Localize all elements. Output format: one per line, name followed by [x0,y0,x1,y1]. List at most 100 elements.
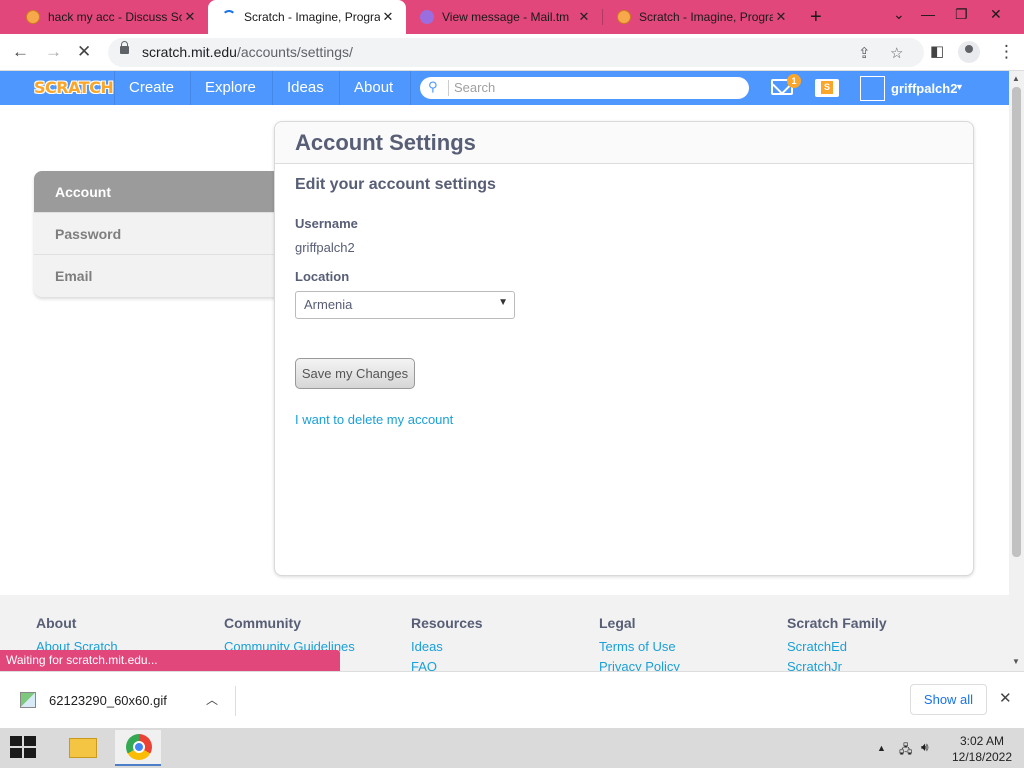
save-changes-button[interactable]: Save my Changes [295,358,415,389]
tab-title: Scratch - Imagine, Progra [639,10,773,24]
scratch-logo[interactable]: SCRATCH [34,78,114,97]
network-icon[interactable]: 🖧 [899,740,912,761]
my-stuff-icon[interactable]: S [815,79,839,97]
windows-taskbar: ▲ 🖧 🔊︎ 3:02 AM 12/18/2022 [0,728,1024,768]
system-clock[interactable]: 3:02 AM 12/18/2022 [949,733,1015,765]
new-tab-button[interactable]: + [810,6,822,29]
footer-link[interactable]: Terms of Use [599,639,680,654]
tab-title: View message - Mail.tm [442,10,570,24]
window-close-icon[interactable]: ✕ [990,6,1002,23]
mail-icon [420,10,434,24]
forward-icon[interactable]: → [45,42,62,62]
chrome-icon [126,734,152,760]
footer-link[interactable]: ScratchEd [787,639,887,654]
footer-heading: About [36,615,77,631]
show-all-button[interactable]: Show all [910,684,987,715]
back-icon[interactable]: ← [12,42,29,62]
footer-heading: Scratch Family [787,615,887,631]
clock-time: 3:02 AM [959,734,1005,748]
sidebar-item-account[interactable]: Account [34,171,276,213]
scroll-up-icon[interactable]: ▲ [1012,74,1020,83]
close-icon[interactable]: ✕ [380,9,396,25]
nav-divider [114,71,115,105]
scratch-navbar: SCRATCH Create Explore Ideas About ⚲ Sea… [0,71,1009,105]
account-settings-panel: Account Settings Edit your account setti… [274,121,974,576]
tab-strip: hack my acc - Discuss Sc ✕ Scratch - Ima… [0,0,1024,34]
footer-heading: Community [224,615,301,631]
location-selected-value: Armenia [304,297,353,312]
delete-account-link[interactable]: I want to delete my account [295,412,453,427]
sidebar-item-email[interactable]: Email [34,255,276,297]
username-value: griffpalch2 [295,240,355,255]
location-select[interactable]: Armenia ▼ [295,291,515,319]
minimize-icon[interactable]: — [921,6,935,22]
footer-column-scratch-family: Scratch Family ScratchEd ScratchJr [787,615,887,679]
nav-explore[interactable]: Explore [205,79,256,96]
scroll-down-icon[interactable]: ▼ [1012,657,1020,666]
close-icon[interactable]: ✕ [182,9,198,25]
panel-subtitle: Edit your account settings [295,176,496,193]
search-separator [448,80,449,96]
tab-title: hack my acc - Discuss Sc [48,10,182,24]
sidebar-item-password[interactable]: Password [34,213,276,255]
nav-divider [410,71,411,105]
close-icon[interactable]: ✕ [773,9,789,25]
footer-heading: Resources [411,615,483,631]
scratch-cat-icon [617,10,631,24]
restore-icon[interactable]: ❐ [955,6,968,23]
tab-discuss[interactable]: hack my acc - Discuss Sc ✕ [12,0,208,34]
tab-scratch-settings[interactable]: Scratch - Imagine, Progra ✕ [208,0,406,34]
nav-divider [190,71,191,105]
share-icon[interactable]: ⇪ [858,44,871,62]
folder-icon [69,738,97,758]
side-panel-icon[interactable]: ◧ [930,42,944,60]
footer-column-resources: Resources Ideas FAQ [411,615,483,679]
tab-search-chevron-icon[interactable]: ⌄ [893,6,905,23]
username-label: Username [295,216,358,231]
tab-mail[interactable]: View message - Mail.tm ✕ [406,0,602,34]
search-icon: ⚲ [428,79,438,94]
tab-scratch[interactable]: Scratch - Imagine, Progra ✕ [603,0,799,34]
nav-about[interactable]: About [354,79,393,96]
download-file-name: 62123290_60x60.gif [49,693,167,708]
loading-icon [222,10,236,24]
stop-icon[interactable]: ✕ [77,42,91,62]
chevron-down-icon: ▼ [498,297,508,308]
address-bar: ← → ✕ scratch.mit.edu/accounts/settings/… [0,34,1024,71]
page-scrollbar[interactable]: ▲ ▼ [1009,71,1024,671]
menu-dots-icon[interactable]: ⋮ [998,42,1015,62]
windows-start-icon[interactable] [10,736,38,760]
nav-divider [272,71,273,105]
nav-ideas[interactable]: Ideas [287,79,324,96]
close-icon[interactable]: ✕ [999,689,1012,707]
chevron-up-icon[interactable]: ︿ [206,691,218,708]
tray-chevron-up-icon[interactable]: ▲ [877,743,886,753]
location-label: Location [295,269,350,284]
volume-icon[interactable]: 🔊︎ [921,740,929,755]
lock-icon[interactable] [120,41,129,54]
image-file-icon [20,692,36,708]
nav-create[interactable]: Create [129,79,174,96]
url-field[interactable]: scratch.mit.edu/accounts/settings/ ⇪ ☆ [108,38,924,67]
download-item[interactable]: 62123290_60x60.gif ︿ [14,686,236,716]
scrollbar-thumb[interactable] [1012,87,1021,557]
footer-column-legal: Legal Terms of Use Privacy Policy [599,615,680,679]
profile-icon[interactable] [958,41,980,63]
bookmark-star-icon[interactable]: ☆ [890,44,903,62]
nav-divider [339,71,340,105]
caret-down-icon[interactable]: ▼ [955,82,964,92]
page-title: Account Settings [275,122,973,164]
url-text: scratch.mit.edu/accounts/settings/ [142,44,353,60]
settings-sidebar: Account Password Email [34,171,276,297]
file-explorer-app[interactable] [57,730,103,766]
avatar[interactable] [860,76,885,101]
chrome-app[interactable] [115,730,161,766]
clock-date: 12/18/2022 [951,750,1013,764]
username-menu[interactable]: griffpalch2 [891,81,957,96]
close-icon[interactable]: ✕ [576,9,592,25]
footer-link[interactable]: Ideas [411,639,483,654]
search-input[interactable]: ⚲ Search [420,77,749,99]
footer-heading: Legal [599,615,636,631]
download-bar: 62123290_60x60.gif ︿ Show all ✕ [0,671,1024,728]
scratch-cat-icon [26,10,40,24]
